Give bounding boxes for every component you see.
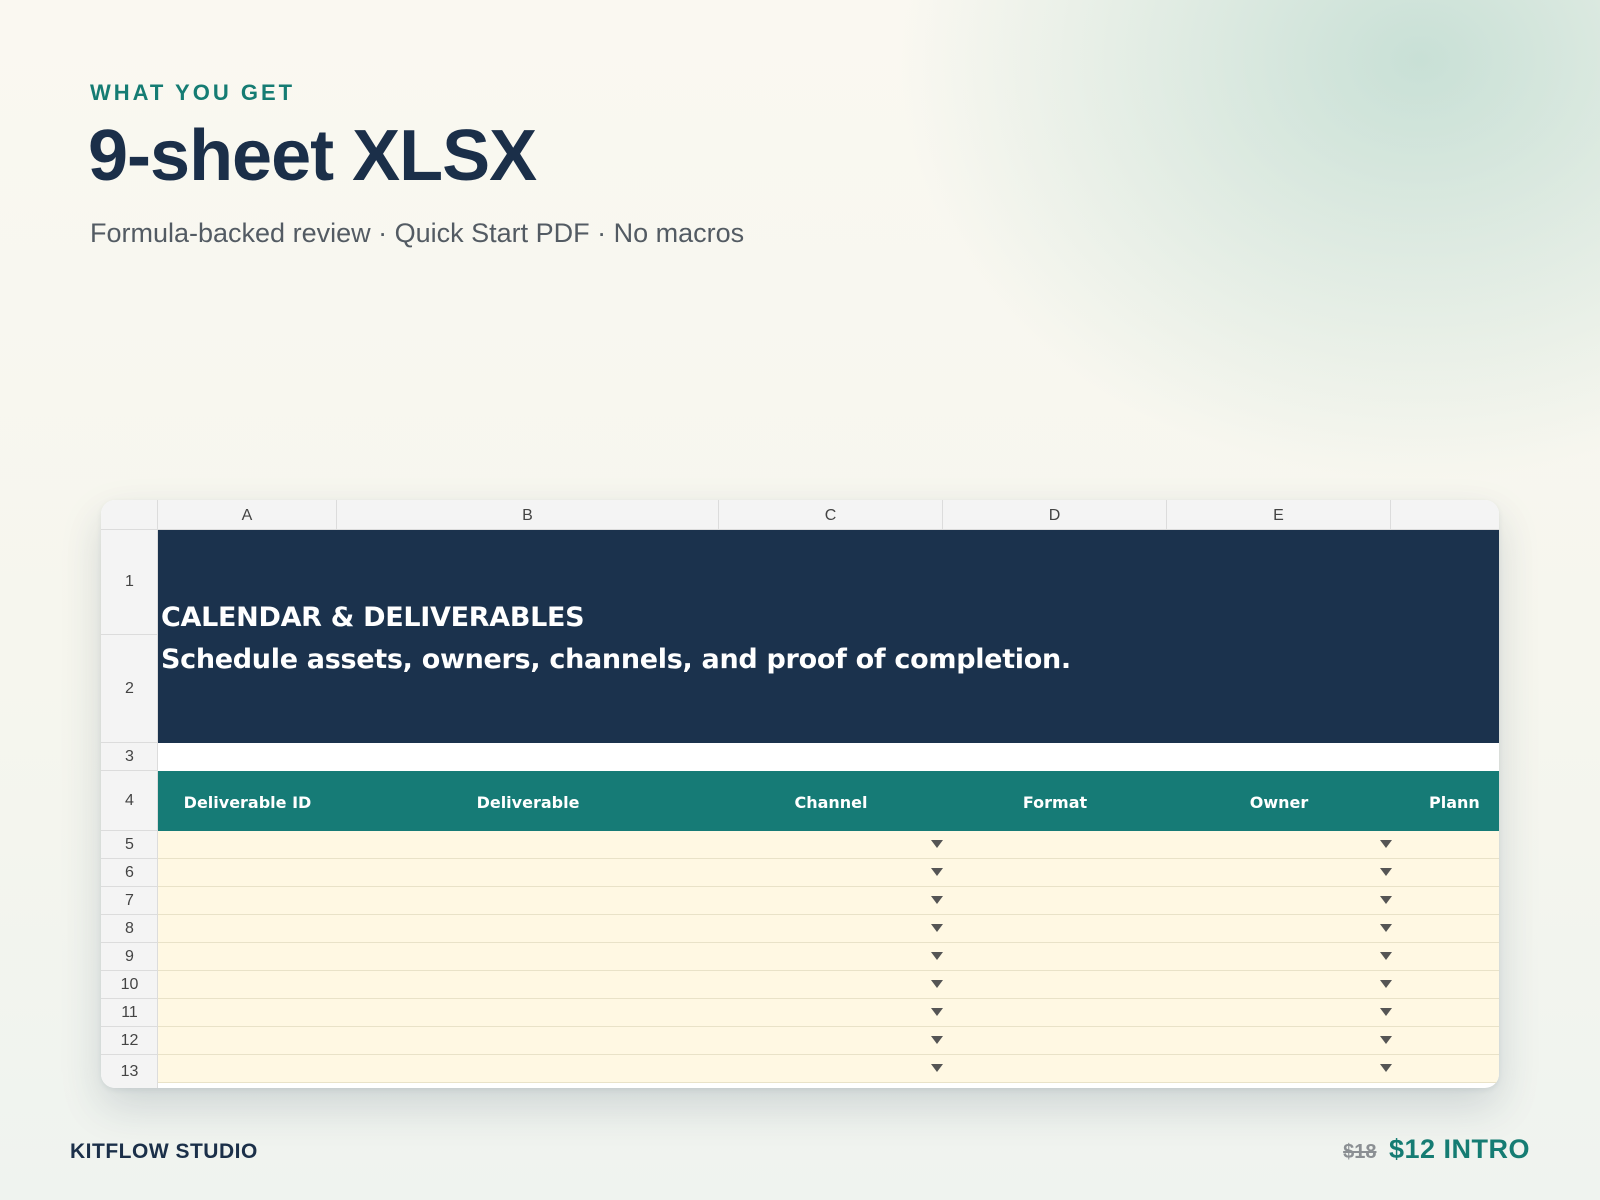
row-header[interactable]: 13: [101, 1055, 158, 1088]
price-tag: $18 $12 INTRO: [1343, 1134, 1530, 1165]
owner-dropdown-icon[interactable]: [1380, 868, 1392, 876]
table-row[interactable]: [158, 1027, 1499, 1055]
channel-dropdown-icon[interactable]: [931, 896, 943, 904]
column-header-b[interactable]: B: [337, 500, 719, 530]
header-cell-deliverable[interactable]: Deliverable: [337, 771, 719, 831]
row-header[interactable]: 7: [101, 887, 158, 915]
row-header[interactable]: 11: [101, 999, 158, 1027]
table-row[interactable]: [158, 971, 1499, 999]
row-header[interactable]: 9: [101, 943, 158, 971]
brand-name: KITFLOW STUDIO: [70, 1140, 258, 1163]
channel-dropdown-icon[interactable]: [931, 1008, 943, 1016]
channel-dropdown-icon[interactable]: [931, 1064, 943, 1072]
row-header[interactable]: 12: [101, 1027, 158, 1055]
owner-dropdown-icon[interactable]: [1380, 952, 1392, 960]
owner-dropdown-icon[interactable]: [1380, 1008, 1392, 1016]
column-header-c[interactable]: C: [719, 500, 943, 530]
channel-dropdown-icon[interactable]: [931, 924, 943, 932]
header-cell-channel[interactable]: Channel: [719, 771, 943, 831]
feature-subline: Formula-backed review · Quick Start PDF …: [90, 218, 745, 248]
column-header-a[interactable]: A: [158, 500, 337, 530]
row-header[interactable]: 3: [101, 743, 158, 771]
blank-row[interactable]: [158, 743, 1499, 771]
table-row[interactable]: [158, 1055, 1499, 1083]
owner-dropdown-icon[interactable]: [1380, 924, 1392, 932]
header-cell-format[interactable]: Format: [943, 771, 1167, 831]
select-all-corner[interactable]: [101, 500, 158, 530]
sheet-banner-title: CALENDAR & DELIVERABLES: [161, 602, 585, 633]
row-header[interactable]: 1: [101, 530, 158, 635]
channel-dropdown-icon[interactable]: [931, 952, 943, 960]
table-row[interactable]: [158, 999, 1499, 1027]
original-price: $18: [1343, 1141, 1377, 1163]
channel-dropdown-icon[interactable]: [931, 868, 943, 876]
owner-dropdown-icon[interactable]: [1380, 896, 1392, 904]
row-header[interactable]: 6: [101, 859, 158, 887]
row-header[interactable]: 8: [101, 915, 158, 943]
row-header[interactable]: 2: [101, 635, 158, 743]
page-title: 9-sheet XLSX: [88, 116, 537, 196]
row-header-column: 1 2 3 4 5 6 7 8 9 10 11 12 13: [101, 530, 158, 1088]
table-row[interactable]: [158, 943, 1499, 971]
channel-dropdown-icon[interactable]: [931, 980, 943, 988]
sheet-banner-subtitle: Schedule assets, owners, channels, and p…: [161, 644, 1071, 675]
sheet-banner: CALENDAR & DELIVERABLES Schedule assets,…: [158, 530, 1499, 743]
column-header-f[interactable]: [1391, 500, 1499, 530]
intro-price: $12 INTRO: [1388, 1134, 1530, 1164]
column-header-row: A B C D E: [101, 500, 1499, 530]
row-header[interactable]: 5: [101, 831, 158, 859]
channel-dropdown-icon[interactable]: [931, 1036, 943, 1044]
row-header[interactable]: 4: [101, 771, 158, 831]
spreadsheet-preview: A B C D E 1 2 3 4 5 6 7 8 9 10 11 12 13 …: [101, 500, 1499, 1088]
header-cell-planned[interactable]: Plann: [1391, 771, 1499, 831]
row-header[interactable]: 10: [101, 971, 158, 999]
owner-dropdown-icon[interactable]: [1380, 1064, 1392, 1072]
header-cell-deliverable-id[interactable]: Deliverable ID: [158, 771, 337, 831]
table-row[interactable]: [158, 831, 1499, 859]
column-header-e[interactable]: E: [1167, 500, 1391, 530]
channel-dropdown-icon[interactable]: [931, 840, 943, 848]
column-header-d[interactable]: D: [943, 500, 1167, 530]
table-row[interactable]: [158, 915, 1499, 943]
owner-dropdown-icon[interactable]: [1380, 980, 1392, 988]
owner-dropdown-icon[interactable]: [1380, 1036, 1392, 1044]
owner-dropdown-icon[interactable]: [1380, 840, 1392, 848]
table-row[interactable]: [158, 887, 1499, 915]
table-header-row: Deliverable ID Deliverable Channel Forma…: [158, 771, 1499, 831]
eyebrow-label: WHAT YOU GET: [90, 80, 296, 105]
table-row[interactable]: [158, 859, 1499, 887]
header-cell-owner[interactable]: Owner: [1167, 771, 1391, 831]
